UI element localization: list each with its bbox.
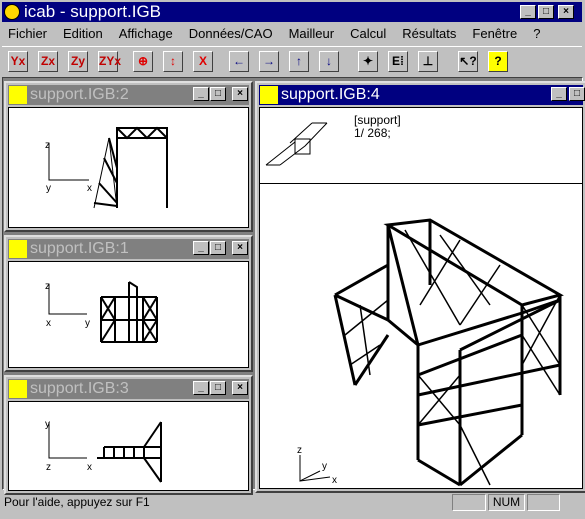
status-bar: Pour l'aide, appuyez sur F1 NUM: [0, 492, 585, 512]
child-window-control-button[interactable]: □: [210, 87, 226, 101]
menu-edition[interactable]: Edition: [55, 24, 111, 44]
doc-icon: [9, 86, 27, 104]
app-icon: [4, 4, 20, 20]
status-help-text: Pour l'aide, appuyez sur F1: [4, 495, 150, 509]
menu-fenetre[interactable]: Fenêtre: [464, 24, 525, 44]
child-window-control-button[interactable]: ×: [232, 381, 248, 395]
element-icon[interactable]: E⁞: [388, 51, 408, 72]
child-window-control-button[interactable]: ×: [232, 87, 248, 101]
view-canvas[interactable]: z x y: [8, 261, 249, 368]
svg-text:x: x: [332, 475, 337, 486]
maximize-button[interactable]: □: [538, 5, 554, 19]
mdi-area: support.IGB:2 _ □ × z y x support.IGB:1 _ □…: [2, 77, 585, 495]
svg-text:y: y: [45, 419, 50, 430]
structure-drawing: z x y: [45, 281, 159, 343]
title-bar: icab - support.IGB _ □ ×: [2, 2, 582, 22]
menu-help[interactable]: ?: [525, 24, 548, 44]
child-title: support.IGB:4: [281, 86, 380, 103]
structure-drawing: z y x: [45, 126, 168, 209]
status-panel-caps: [452, 494, 486, 511]
structure-3d-drawing: z y x: [297, 218, 564, 487]
svg-text:x: x: [87, 183, 92, 194]
view-zyx-icon[interactable]: ZYx: [98, 51, 121, 72]
child-window-igb3[interactable]: support.IGB:3 _ □ × y z x: [4, 375, 253, 495]
child-window-igb1[interactable]: support.IGB:1 _ □ × z x y: [4, 235, 253, 372]
menu-fichier[interactable]: Fichier: [0, 24, 55, 44]
view-zy-icon[interactable]: Zy: [68, 51, 88, 72]
zoom-fit-icon[interactable]: X: [193, 51, 213, 72]
doc-icon: [9, 380, 27, 398]
arrow-left-icon[interactable]: ←: [229, 51, 249, 72]
svg-text:z: z: [297, 445, 302, 456]
zoom-center-icon[interactable]: ⊕: [133, 51, 153, 72]
view-canvas[interactable]: y z x: [8, 401, 249, 491]
menu-affichage[interactable]: Affichage: [111, 24, 181, 44]
child-window-control-button[interactable]: □: [569, 87, 585, 101]
arrow-down-icon[interactable]: ↓: [319, 51, 339, 72]
child-window-control-button[interactable]: ×: [232, 241, 248, 255]
window-title: icab - support.IGB: [24, 2, 162, 21]
menu-resultats[interactable]: Résultats: [394, 24, 464, 44]
doc-icon: [260, 86, 278, 104]
zoom-vertical-icon[interactable]: ↕: [163, 51, 183, 72]
context-help-icon[interactable]: ↖?: [458, 51, 478, 72]
child-window-control-button[interactable]: □: [210, 381, 226, 395]
info-count: 1/ 268;: [354, 126, 391, 140]
close-button[interactable]: ×: [558, 5, 574, 19]
menu-bar: Fichier Edition Affichage Données/CAO Ma…: [0, 24, 585, 44]
structure-drawing: y z x: [45, 419, 162, 483]
status-panel-num: NUM: [488, 494, 525, 511]
child-window-control-button[interactable]: _: [551, 87, 567, 101]
svg-text:x: x: [87, 462, 92, 473]
view-zx-icon[interactable]: Zx: [38, 51, 58, 72]
support-symbol-icon: [265, 122, 328, 166]
svg-text:y: y: [322, 461, 327, 472]
arrow-up-icon[interactable]: ↑: [289, 51, 309, 72]
child-window-control-button[interactable]: _: [193, 87, 209, 101]
toolbar: Yx Zx Zy ZYx ⊕ ↕ X ← → ↑ ↓ ✦ E⁞ ⊥ ↖??: [2, 46, 582, 74]
info-panel: [support] 1/ 268;: [260, 108, 582, 184]
view-canvas[interactable]: z y x: [8, 107, 249, 228]
child-title: support.IGB:2: [30, 86, 129, 103]
minimize-button[interactable]: _: [520, 5, 536, 19]
child-window-control-button[interactable]: _: [193, 381, 209, 395]
status-panel-scroll: [527, 494, 560, 511]
menu-donnees-cao[interactable]: Données/CAO: [181, 24, 281, 44]
child-window-control-button[interactable]: _: [193, 241, 209, 255]
child-window-igb2[interactable]: support.IGB:2 _ □ × z y x: [4, 81, 253, 232]
child-window-control-button[interactable]: □: [210, 241, 226, 255]
view-canvas[interactable]: [support] 1/ 268; z y x: [259, 107, 583, 489]
svg-text:z: z: [45, 140, 50, 151]
menu-calcul[interactable]: Calcul: [342, 24, 394, 44]
doc-icon: [9, 240, 27, 258]
menu-mailleur[interactable]: Mailleur: [281, 24, 343, 44]
svg-text:x: x: [46, 318, 51, 329]
view-yx-icon[interactable]: Yx: [8, 51, 28, 72]
child-title: support.IGB:1: [30, 240, 129, 257]
svg-text:z: z: [46, 462, 51, 473]
child-window-igb4[interactable]: support.IGB:4 _ □ [support] 1/ 268; z y x: [255, 81, 585, 493]
svg-text:z: z: [45, 281, 50, 292]
help-icon[interactable]: ?: [488, 51, 508, 72]
node-icon[interactable]: ✦: [358, 51, 378, 72]
svg-text:y: y: [85, 318, 90, 329]
svg-text:y: y: [46, 183, 51, 194]
arrow-right-icon[interactable]: →: [259, 51, 279, 72]
child-title: support.IGB:3: [30, 380, 129, 397]
support-icon[interactable]: ⊥: [418, 51, 438, 72]
